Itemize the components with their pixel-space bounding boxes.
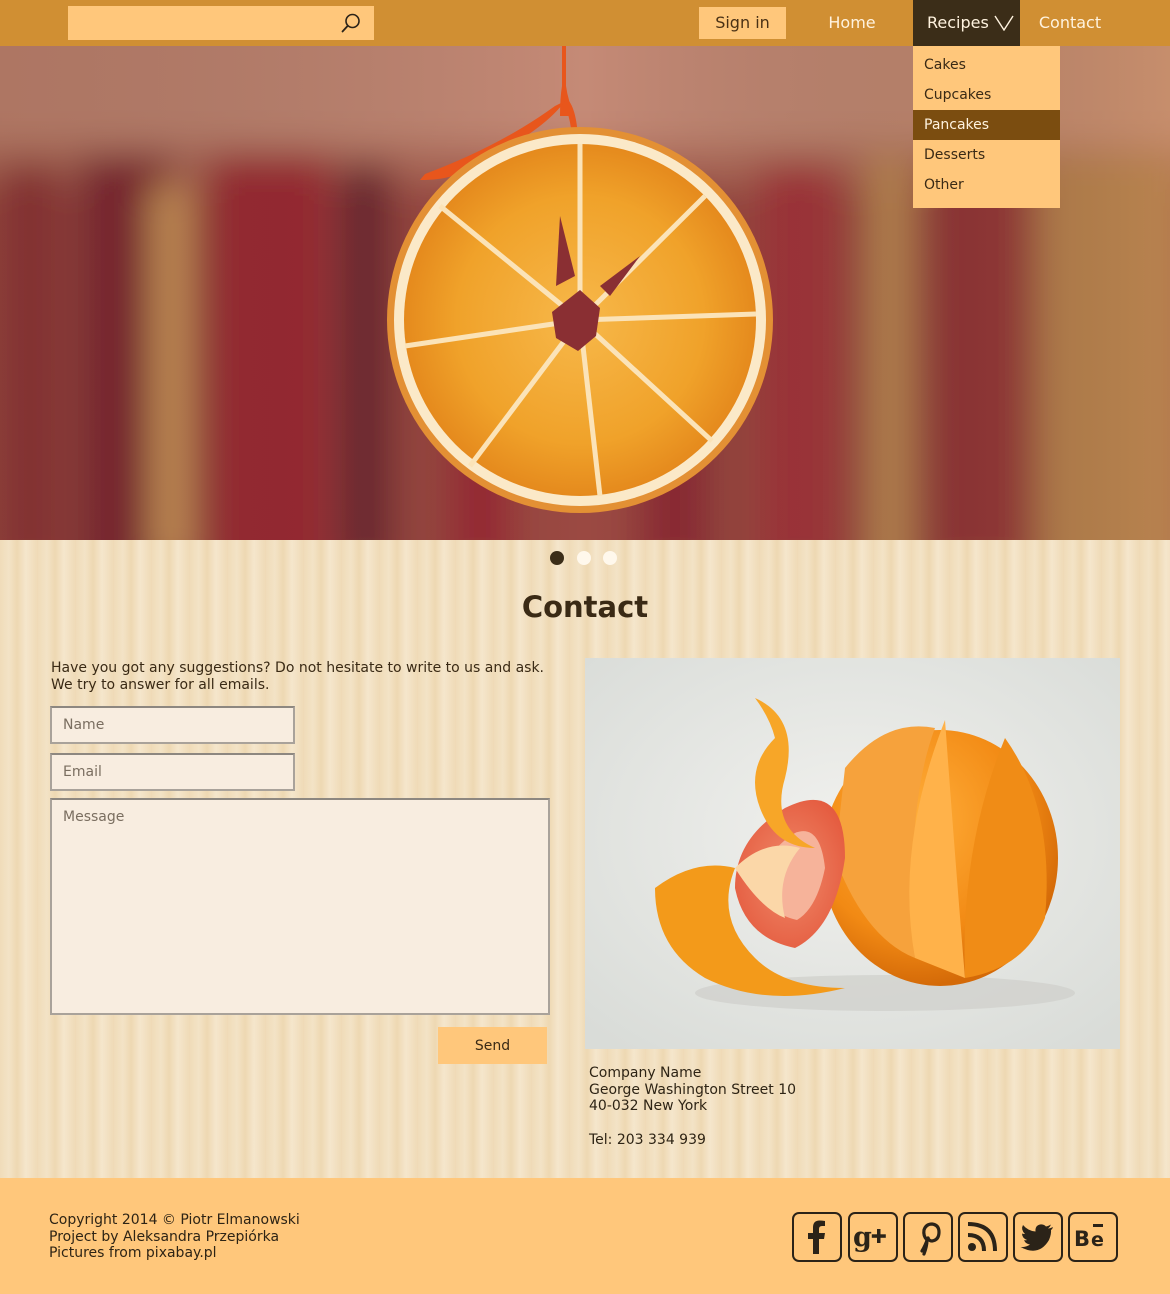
- contact-intro-line-2: We try to answer for all emails.: [51, 676, 270, 693]
- slider-dot-1[interactable]: [550, 551, 564, 565]
- company-city: 40-032 New York: [589, 1098, 708, 1115]
- top-nav-bar: Sign in Home Recipes Contact: [0, 0, 1170, 46]
- nav-home[interactable]: Home: [812, 0, 892, 46]
- menu-item-pancakes[interactable]: Pancakes: [913, 110, 1060, 140]
- company-phone: Tel: 203 334 939: [589, 1132, 706, 1149]
- search-box[interactable]: [68, 6, 374, 40]
- recipes-dropdown-menu: Cakes Cupcakes Pancakes Desserts Other: [913, 46, 1060, 208]
- nav-recipes-label: Recipes: [927, 13, 989, 32]
- footer-credits: Copyright 2014 © Piotr Elmanowski Projec…: [49, 1212, 300, 1262]
- slider-dot-3[interactable]: [603, 551, 617, 565]
- slider-pagination: [0, 540, 1170, 576]
- peeled-orange-photo: [585, 658, 1120, 1049]
- slider-dot-2[interactable]: [577, 551, 591, 565]
- search-icon[interactable]: [340, 12, 362, 34]
- copyright-text: Copyright 2014 © Piotr Elmanowski: [49, 1212, 300, 1228]
- twitter-icon[interactable]: [1013, 1212, 1063, 1262]
- behance-icon[interactable]: B e: [1068, 1212, 1118, 1262]
- pictures-credit: Pictures from pixabay.pl: [49, 1245, 217, 1262]
- menu-item-cakes[interactable]: Cakes: [913, 50, 1060, 80]
- name-field[interactable]: [50, 706, 295, 744]
- project-credit: Project by Aleksandra Przepiórka: [49, 1228, 280, 1245]
- contact-intro: Have you got any suggestions? Do not hes…: [51, 660, 571, 693]
- footer: Copyright 2014 © Piotr Elmanowski Projec…: [0, 1178, 1170, 1294]
- contact-intro-line-1: Have you got any suggestions? Do not hes…: [51, 660, 545, 676]
- page-title: Contact: [521, 590, 649, 624]
- peeled-orange-image: [585, 658, 1120, 1049]
- menu-item-other[interactable]: Other: [913, 170, 1060, 200]
- company-street: George Washington Street 10: [589, 1081, 797, 1098]
- nav-recipes[interactable]: Recipes: [913, 0, 1020, 46]
- facebook-icon[interactable]: [792, 1212, 842, 1262]
- pinterest-icon[interactable]: [903, 1212, 953, 1262]
- nav-contact[interactable]: Contact: [1030, 0, 1110, 46]
- search-input[interactable]: [68, 6, 330, 40]
- svg-text:B: B: [1074, 1227, 1090, 1251]
- send-button[interactable]: Send: [438, 1027, 547, 1064]
- chevron-down-icon: [994, 15, 1014, 31]
- email-field[interactable]: [50, 753, 295, 791]
- menu-item-cupcakes[interactable]: Cupcakes: [913, 80, 1060, 110]
- message-field[interactable]: [50, 798, 550, 1015]
- sign-in-button[interactable]: Sign in: [699, 7, 786, 39]
- svg-text:e: e: [1091, 1229, 1104, 1251]
- google-plus-icon[interactable]: g: [848, 1212, 898, 1262]
- svg-text:g: g: [853, 1222, 872, 1253]
- company-address: Company Name George Washington Street 10…: [589, 1065, 796, 1149]
- rss-icon[interactable]: [958, 1212, 1008, 1262]
- company-name: Company Name: [589, 1065, 702, 1081]
- menu-item-desserts[interactable]: Desserts: [913, 140, 1060, 170]
